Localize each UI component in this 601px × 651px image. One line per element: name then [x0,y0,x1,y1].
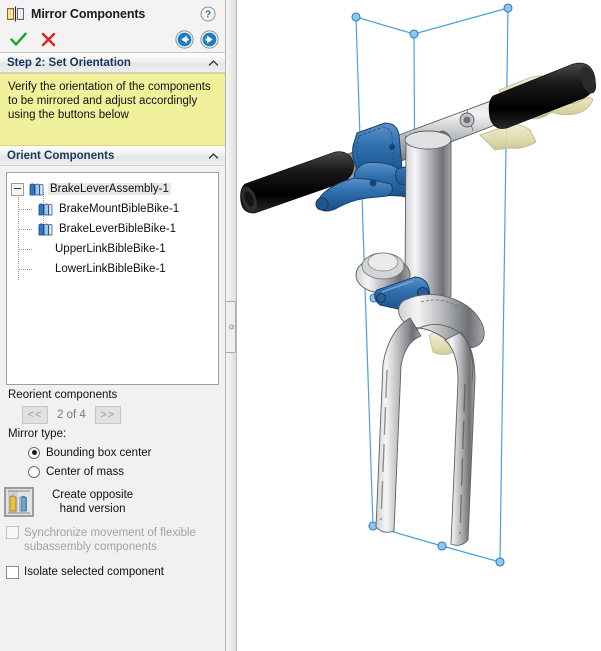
collapse-toggle-icon[interactable] [11,182,24,196]
checkbox-isolate-selected-component[interactable]: Isolate selected component [0,554,225,579]
tree-connector-line [18,269,32,270]
tree-row[interactable]: LowerLinkBibleBike-1 [7,259,218,279]
create-opposite-hand-version-row: Create opposite hand version [0,481,225,517]
mirror-components-icon [7,6,24,22]
create-opposite-hand-version-icon[interactable] [4,487,34,517]
reorient-components-label: Reorient components [8,389,118,401]
forward-arrow-icon[interactable] [200,30,219,49]
tree-item-label: BrakeLeverAssembly-1 [48,183,171,195]
cancel-button[interactable] [38,30,58,50]
checkbox-indicator[interactable] [6,526,19,539]
svg-text:?: ? [205,9,211,20]
tree-connector-line [18,249,32,250]
mirrored-component-icon [27,182,44,197]
stem-tube [404,130,452,303]
tree-item-label: LowerLinkBibleBike-1 [55,263,166,275]
handlebar-bolt [459,112,475,128]
tree-item-label: BrakeLeverBibleBike-1 [59,223,176,235]
mirrored-component-icon [36,202,53,217]
tree-row[interactable]: UpperLinkBibleBike-1 [7,239,218,259]
checkbox-indicator[interactable] [6,565,19,579]
create-opposite-hand-version-label: Create opposite hand version [52,488,133,516]
mirror-type-group: Mirror type: Bounding box center Center … [0,426,225,481]
opposite-hand-line2: hand version [59,503,126,515]
radio-label: Bounding box center [46,446,152,459]
property-manager-title-bar: Mirror Components ? [0,0,225,27]
tree-item-label: UpperLinkBibleBike-1 [55,243,166,255]
radio-label: Center of mass [46,465,124,478]
section-header-step2-label: Step 2: Set Orientation [7,57,131,69]
radio-indicator[interactable] [28,446,40,459]
ok-button[interactable] [8,30,28,50]
checkbox-synchronize-flexible-subassembly[interactable]: Synchronize movement of flexible subasse… [0,517,225,554]
panel-splitter[interactable] [225,0,237,651]
reorient-components-group: Reorient components << 2 of 4 >> [0,385,225,426]
tree-connector-line [18,209,32,210]
chevron-up-icon[interactable] [208,58,219,69]
chevron-up-icon[interactable] [208,151,219,162]
panel-splitter-grip-dot [228,324,234,330]
page-title: Mirror Components [31,6,146,21]
tree-connector-line [18,229,32,230]
checkbox-label: Synchronize movement of flexible subasse… [24,527,196,553]
property-manager-action-bar [0,27,225,53]
checkbox-label: Isolate selected component [24,566,165,578]
property-manager-panel: Mirror Components ? Step 2: Set Orientat… [0,0,226,651]
help-icon[interactable]: ? [200,6,216,22]
handlebar-grip-right [488,62,596,129]
graphics-viewport[interactable] [236,0,601,651]
section-header-orient-components[interactable]: Orient Components [0,146,225,166]
reorient-controls: << 2 of 4 >> [8,404,217,426]
reorient-next-button[interactable]: >> [94,406,121,424]
radio-indicator[interactable] [28,465,40,478]
mirror-type-label: Mirror type: [8,428,67,440]
section-header-orient-components-label: Orient Components [7,150,115,162]
instruction-message: Verify the orientation of the components… [0,73,225,146]
tree-row[interactable]: BrakeLeverAssembly-1 [7,179,218,199]
fork-legs [375,317,476,546]
opposite-hand-line1: Create opposite [52,489,134,501]
bicycle-handlebar-model [239,3,596,567]
tree-row[interactable]: BrakeMountBibleBike-1 [7,199,218,219]
mirrored-component-icon [36,222,53,237]
component-tree[interactable]: BrakeLeverAssembly-1 BrakeMountBibleBike… [6,172,219,385]
reorient-counter: 2 of 4 [57,409,86,421]
mirror-components-window: Mirror Components ? Step 2: Set Orientat… [0,0,601,651]
tree-row[interactable]: BrakeLeverBibleBike-1 [7,219,218,239]
reorient-previous-button[interactable]: << [22,406,48,424]
radio-center-of-mass[interactable]: Center of mass [8,462,217,481]
section-header-step2[interactable]: Step 2: Set Orientation [0,53,225,73]
back-arrow-icon[interactable] [175,30,194,49]
radio-bounding-box-center[interactable]: Bounding box center [8,443,217,462]
tree-item-label: BrakeMountBibleBike-1 [59,203,180,215]
